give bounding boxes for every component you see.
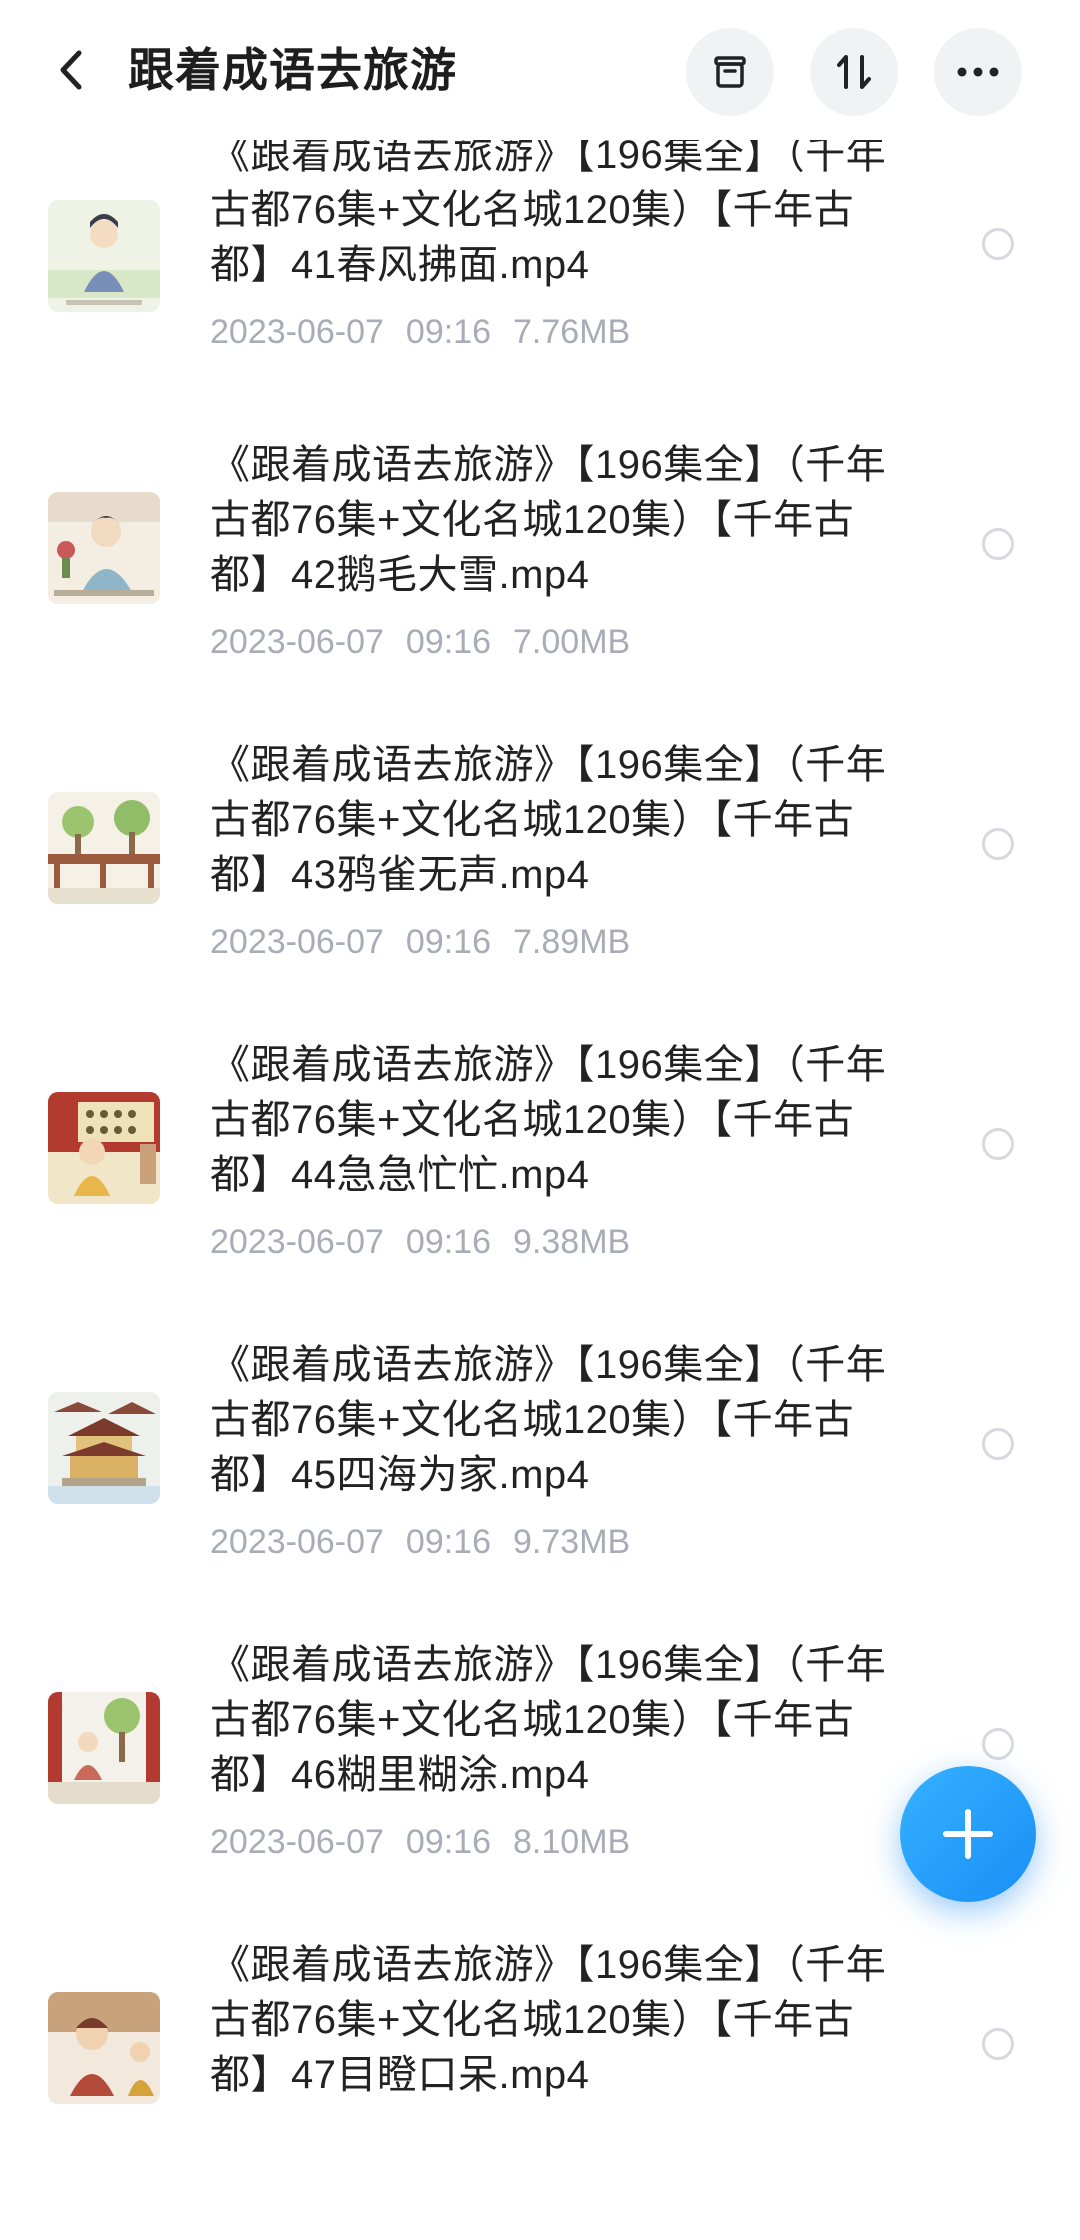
file-name-line: 古都76集+文化名城120集）【千年古 [210,1098,855,1142]
video-thumbnail [48,1992,160,2104]
file-name-line: 《跟着成语去旅游》【196集全】（千年 [210,1943,887,1987]
sort-icon [837,55,871,89]
back-button[interactable] [40,38,100,102]
file-meta: 2023-06-07 09:16 9.38MB [210,1220,652,1264]
file-name-line: 都】44急急忙忙.mp4 [210,1153,590,1197]
file-time: 09:16 [405,1523,492,1561]
select-radio[interactable] [982,1428,1014,1460]
select-radio[interactable] [982,1128,1014,1160]
file-date: 2023-06-07 [210,313,384,351]
video-thumbnail [48,1392,160,1504]
file-meta: 2023-06-07 09:16 8.10MB [210,1820,652,1864]
select-radio[interactable] [982,1728,1014,1760]
file-name-line: 都】46糊里糊涂.mp4 [210,1753,590,1797]
list-item[interactable]: 《跟着成语去旅游》【196集全】（千年 古都76集+文化名城120集）【千年古 … [0,440,1080,740]
plus-icon [943,1809,993,1859]
file-date: 2023-06-07 [210,923,384,961]
file-size: 9.73MB [513,1523,631,1561]
video-thumbnail [48,1092,160,1204]
file-name-line: 都】45四海为家.mp4 [210,1453,590,1497]
select-radio[interactable] [982,828,1014,860]
file-name-line: 都】41春风拂面.mp4 [210,243,590,287]
app-header: 跟着成语去旅游 [0,0,1080,140]
file-name-line: 古都76集+文化名城120集）【千年古 [210,1398,855,1442]
file-time: 09:16 [405,623,492,661]
file-date: 2023-06-07 [210,1823,384,1861]
file-size: 8.10MB [513,1823,631,1861]
file-name-line: 都】47目瞪口呆.mp4 [210,2053,590,2097]
file-name-line: 古都76集+文化名城120集）【千年古 [210,798,855,842]
file-size: 9.38MB [513,1223,631,1261]
file-name-line: 古都76集+文化名城120集）【千年古 [210,188,855,232]
add-button[interactable] [900,1766,1036,1902]
file-name-line: 《跟着成语去旅游》【196集全】（千年 [210,443,887,487]
file-name-line: 古都76集+文化名城120集）【千年古 [210,1698,855,1742]
video-thumbnail [48,792,160,904]
list-item[interactable]: 《跟着成语去旅游》【196集全】（千年 古都76集+文化名城120集）【千年古 … [0,740,1080,1040]
video-thumbnail [48,1692,160,1804]
file-size: 7.76MB [513,313,631,351]
file-name-line: 古都76集+文化名城120集）【千年古 [210,498,855,542]
select-radio[interactable] [982,528,1014,560]
list-bottom-edge [0,2118,1080,2137]
file-time: 09:16 [405,1223,492,1261]
file-name-line: 古都76集+文化名城120集）【千年古 [210,1998,855,2042]
file-name-line: 《跟着成语去旅游》【196集全】（千年 [210,1643,887,1687]
file-name-line: 《跟着成语去旅游》【196集全】（千年 [210,1043,887,1087]
select-radio[interactable] [982,2028,1014,2060]
more-button[interactable] [934,28,1022,116]
more-icon [957,67,999,77]
file-size: 7.89MB [513,923,631,961]
file-name-line: 都】43鸦雀无声.mp4 [210,853,590,897]
file-time: 09:16 [405,313,492,351]
file-size: 7.00MB [513,623,631,661]
file-date: 2023-06-07 [210,1223,384,1261]
list-item[interactable]: 《跟着成语去旅游》【196集全】（千年 古都76集+文化名城120集）【千年古 … [0,133,1080,440]
file-name-line: 都】42鹅毛大雪.mp4 [210,553,590,597]
file-meta: 2023-06-07 09:16 7.76MB [210,310,652,354]
list-item[interactable]: 《跟着成语去旅游》【196集全】（千年 古都76集+文化名城120集）【千年古 … [0,1040,1080,1340]
chevron-left-icon [60,50,82,90]
file-date: 2023-06-07 [210,623,384,661]
page-title: 跟着成语去旅游 [128,44,457,96]
video-thumbnail [48,200,160,312]
file-meta: 2023-06-07 09:16 9.73MB [210,1520,652,1564]
archive-icon [714,56,746,88]
list-item[interactable]: 《跟着成语去旅游》【196集全】（千年 古都76集+文化名城120集）【千年古 … [0,1340,1080,1640]
file-name-line: 《跟着成语去旅游》【196集全】（千年 [210,743,887,787]
archive-button[interactable] [686,28,774,116]
file-meta: 2023-06-07 09:16 7.00MB [210,620,652,664]
file-meta: 2023-06-07 09:16 7.89MB [210,920,652,964]
list-item[interactable]: 《跟着成语去旅游》【196集全】（千年 古都76集+文化名城120集）【千年古 … [0,1940,1080,2240]
file-time: 09:16 [405,923,492,961]
file-date: 2023-06-07 [210,1523,384,1561]
sort-button[interactable] [810,28,898,116]
file-time: 09:16 [405,1823,492,1861]
file-name-line: 《跟着成语去旅游》【196集全】（千年 [210,1343,887,1387]
select-radio[interactable] [982,228,1014,260]
video-thumbnail [48,492,160,604]
